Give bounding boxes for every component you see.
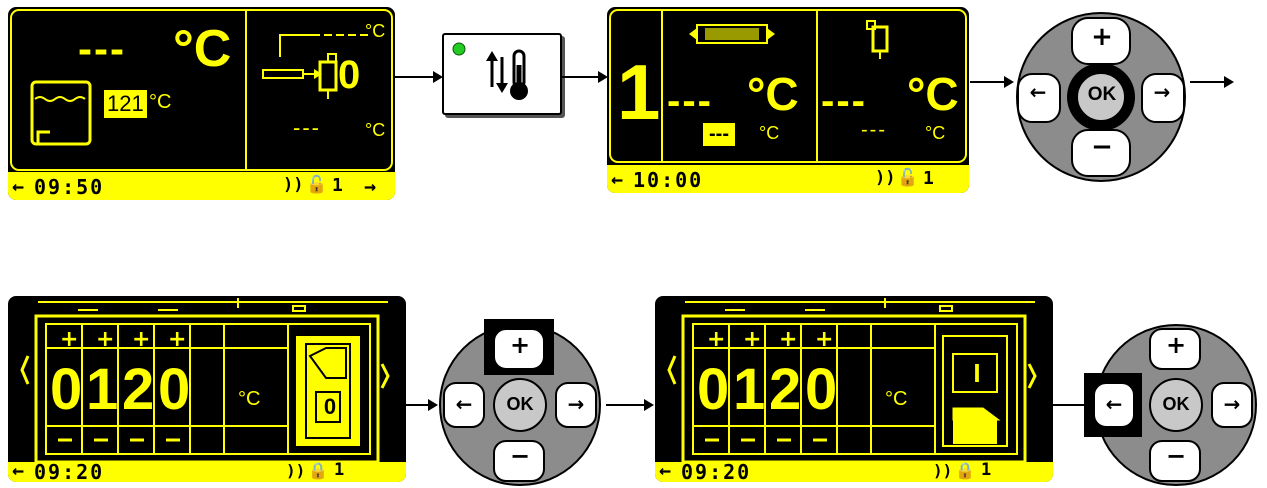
status-bar: ← 09:50 )) 🔓 1 → (8, 172, 395, 200)
signal-icon: )) (875, 168, 896, 188)
status-bar: ← 09:20 )) 🔒 1 (8, 458, 406, 482)
lcd-screen-setpoint-off: + + + + 0 1 2 0 °C 0 ← 09:20 )) 🔒 1 (8, 296, 406, 482)
temperature-2-unit: °C (907, 68, 959, 120)
lock-number: 1 (923, 168, 934, 189)
right-arrow-icon: → (364, 174, 377, 198)
ok-button-label[interactable]: OK (1082, 84, 1122, 106)
switch-on-icon (942, 335, 1008, 447)
counter-value: 0 (338, 53, 361, 97)
lock-icon: 🔓 (897, 168, 919, 188)
minus-button-label[interactable]: − (1082, 132, 1122, 162)
minus-button-label[interactable]: − (1156, 442, 1196, 470)
plus-button-label[interactable]: + (1082, 22, 1122, 52)
temperature-1-dashes: --- (667, 79, 713, 123)
svg-text:+: + (743, 327, 761, 352)
heat-exchanger-icon (689, 24, 775, 44)
lock-number: 1 (334, 460, 345, 480)
digit-4[interactable]: 0 (158, 356, 190, 423)
switch-state-label: I (973, 358, 981, 388)
digit-4[interactable]: 0 (805, 356, 837, 423)
flow-arrow (395, 71, 443, 83)
temperature-1-unit: °C (747, 68, 799, 120)
right-chevron-icon (1027, 363, 1037, 389)
status-bar: ← 10:00 )) 🔓 1 (607, 165, 969, 193)
right-button-label[interactable]: → (556, 392, 596, 416)
bottom-right-unit: °C (365, 120, 386, 140)
svg-text:+: + (168, 327, 186, 352)
switch-off-icon (296, 336, 360, 446)
plus-button-label[interactable]: + (500, 331, 540, 359)
lcd-screen-overview: --- °C 121 °C °C 0 --- °C ← 09:50 )) 🔓 1… (8, 7, 395, 200)
lcd-screen-setpoint-on: + + + + 0 1 2 0 °C I ← 09:20 )) 🔒 1 (655, 296, 1053, 482)
bottom-right-dashes: --- (293, 115, 321, 140)
minus-button-label[interactable]: − (500, 442, 540, 470)
left-arrow-icon: ← (611, 167, 624, 191)
signal-icon: )) (933, 461, 953, 480)
status-led-icon (452, 42, 466, 56)
temperature-arrows-icon (452, 42, 528, 100)
right-button-label[interactable]: → (1142, 80, 1182, 104)
lock-icon: 🔒 (955, 461, 975, 480)
top-right-unit: °C (365, 21, 386, 41)
digit-1[interactable]: 0 (697, 356, 729, 423)
svg-text:+: + (707, 327, 725, 352)
ok-button-label[interactable]: OK (500, 394, 540, 415)
setpoint-value: 121 (104, 90, 147, 118)
flow-arrow (560, 71, 608, 83)
temperature-mode-button[interactable] (442, 33, 562, 115)
svg-text:+: + (815, 327, 833, 352)
svg-text:+: + (779, 327, 797, 352)
left-arrow-icon: ← (659, 458, 672, 482)
flow-arrow (606, 399, 654, 411)
left-arrow-icon: ← (12, 458, 25, 482)
svg-text:+: + (132, 327, 150, 352)
lock-icon: 🔒 (308, 461, 328, 480)
program-number: 1 (617, 48, 661, 136)
setpoint-unit: °C (149, 91, 172, 113)
left-button-label[interactable]: ← (1094, 392, 1134, 416)
flow-arrow (1190, 76, 1234, 88)
tank-icon (30, 80, 92, 146)
signal-icon: )) (286, 461, 306, 480)
svg-text:+: + (96, 327, 114, 352)
clock-time: 09:50 (34, 175, 105, 199)
left-button-label[interactable]: ← (444, 392, 484, 416)
digit-3[interactable]: 2 (769, 356, 801, 423)
right-chevron-icon (380, 363, 390, 389)
lcd-screen-program: 1 --- °C --- °C --- °C --- °C ← 10:00 ))… (607, 7, 969, 193)
lock-number: 1 (981, 460, 992, 480)
switch-state-label: 0 (323, 394, 337, 419)
left-arrow-icon: ← (12, 174, 25, 198)
status-bar: ← 09:20 )) 🔒 1 (655, 458, 1053, 482)
sub-setpoint-dashes: --- (703, 123, 735, 146)
digit-2[interactable]: 1 (733, 356, 765, 423)
lock-icon: 🔓 (306, 175, 328, 195)
clock-time: 09:20 (34, 460, 105, 482)
left-chevron-icon (667, 355, 677, 385)
ok-button-label[interactable]: OK (1156, 394, 1196, 415)
sub-2-unit: °C (925, 123, 946, 143)
left-button-label[interactable]: ← (1018, 80, 1058, 104)
digit-1[interactable]: 0 (50, 356, 82, 423)
signal-icon: )) (283, 175, 304, 195)
svg-text:+: + (60, 327, 78, 352)
sub-setpoint-unit: °C (759, 123, 780, 143)
temperature-unit: °C (238, 388, 261, 410)
current-temperature-unit: °C (173, 20, 232, 78)
temperature-2-dashes: --- (821, 79, 867, 123)
lock-number: 1 (332, 175, 343, 196)
digit-2[interactable]: 1 (86, 356, 118, 423)
plus-button-label[interactable]: + (1156, 331, 1196, 359)
left-chevron-icon (20, 355, 30, 385)
clock-time: 10:00 (633, 168, 704, 192)
digit-3[interactable]: 2 (122, 356, 154, 423)
temperature-unit: °C (885, 388, 908, 410)
right-button-label[interactable]: → (1212, 392, 1252, 416)
current-temperature-dashes: --- (78, 25, 126, 72)
sub-2-dashes: --- (861, 119, 887, 141)
valve-icon (866, 20, 889, 59)
clock-time: 09:20 (681, 460, 752, 482)
